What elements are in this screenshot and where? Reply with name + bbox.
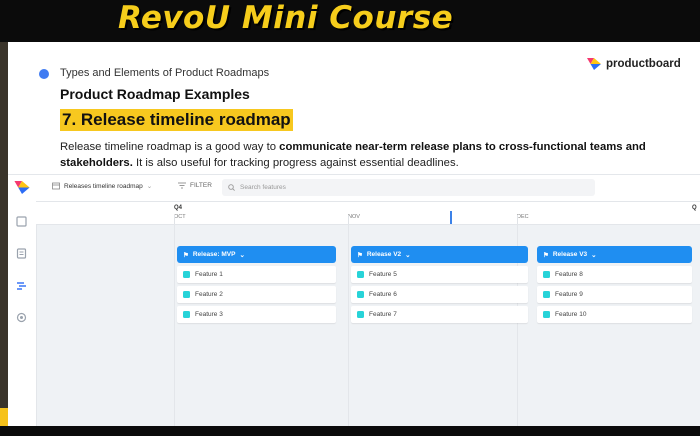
app-logo-icon[interactable] [14,181,30,194]
feature-icon [543,291,550,298]
feature-name: Feature 3 [195,311,223,318]
feature-icon [183,271,190,278]
insights-icon[interactable] [16,312,27,323]
productboard-logo: productboard [587,58,681,70]
feature-card[interactable]: Feature 7 [351,306,528,323]
app-sidebar [8,175,37,426]
today-marker [450,211,452,224]
feature-name: Feature 2 [195,291,223,298]
feature-icon [543,311,550,318]
grid-line [174,224,175,426]
feature-name: Feature 5 [369,271,397,278]
notes-icon[interactable] [16,248,27,259]
feature-card[interactable]: Feature 3 [177,306,336,323]
roadmap-app: Releases timeline roadmap ⌄ FILTER Searc… [8,174,700,426]
flag-icon: ⚑ [357,251,363,259]
feature-icon [357,311,364,318]
description-text-a: Release timeline roadmap is a good way t… [60,141,280,153]
feature-icon [183,291,190,298]
release-column: ⚑ Release: MVP ⌄ Feature 1 Feature 2 Fea… [177,246,336,323]
feature-icon [357,291,364,298]
feature-card[interactable]: Feature 6 [351,286,528,303]
left-video-strip [0,42,8,436]
month-label: NOV [348,214,360,220]
productboard-logo-icon [587,58,601,70]
feature-card[interactable]: Feature 5 [351,266,528,283]
release-column: ⚑ Release V3 ⌄ Feature 8 Feature 9 Featu… [537,246,692,323]
left-badge [0,408,8,428]
month-divider [348,215,349,224]
month-label: DEC [517,214,529,220]
bottom-bar [0,426,700,436]
feature-card[interactable]: Feature 1 [177,266,336,283]
month-divider [517,215,518,224]
feature-name: Feature 6 [369,291,397,298]
roadmap-icon[interactable] [16,280,27,291]
month-divider [174,215,175,224]
chevron-down-icon: ⌄ [239,251,245,259]
grid-line [348,224,349,426]
quarter-label: Q4 [174,205,183,211]
search-icon [228,184,235,191]
chevron-down-icon: ⌄ [146,183,153,190]
app-toolbar: Releases timeline roadmap ⌄ FILTER Searc… [36,175,700,202]
section-bullet [39,69,49,79]
release-name: Release: MVP [192,251,236,258]
slide-description: Release timeline roadmap is a good way t… [60,139,660,171]
board-icon[interactable] [16,216,27,227]
month-label: OCT [174,214,186,220]
flag-icon: ⚑ [183,251,189,259]
feature-card[interactable]: Feature 10 [537,306,692,323]
search-placeholder: Search features [240,184,286,191]
feature-name: Feature 1 [195,271,223,278]
feature-icon [543,271,550,278]
release-header[interactable]: ⚑ Release: MVP ⌄ [177,246,336,263]
view-selector[interactable]: Releases timeline roadmap ⌄ [52,182,152,190]
feature-icon [357,271,364,278]
description-text-b: It is also useful for tracking progress … [132,157,459,169]
flag-icon: ⚑ [543,251,549,259]
release-name: Release V3 [552,251,588,258]
next-quarter-label: Q [692,205,697,211]
release-name: Release V2 [366,251,402,258]
course-title: RevoU Mini Course [118,0,454,36]
brand-name: productboard [606,58,681,70]
feature-name: Feature 7 [369,311,397,318]
feature-name: Feature 9 [555,291,583,298]
timeline-header: Q4 Q OCT NOV DEC [36,202,700,225]
feature-name: Feature 10 [555,311,587,318]
filter-icon [178,182,186,189]
slide-subheading: 7. Release timeline roadmap [60,109,293,131]
course-banner: RevoU Mini Course [0,0,700,42]
search-input[interactable]: Search features [222,179,595,196]
feature-icon [183,311,190,318]
release-column: ⚑ Release V2 ⌄ Feature 5 Feature 6 Featu… [351,246,528,323]
filter-label: FILTER [190,182,212,189]
filter-button[interactable]: FILTER [178,182,212,189]
roadmap-view-icon [52,182,60,190]
feature-card[interactable]: Feature 8 [537,266,692,283]
release-header[interactable]: ⚑ Release V3 ⌄ [537,246,692,263]
chevron-down-icon: ⌄ [591,251,597,259]
release-header[interactable]: ⚑ Release V2 ⌄ [351,246,528,263]
slide-heading: Product Roadmap Examples [60,86,250,102]
feature-name: Feature 8 [555,271,583,278]
feature-card[interactable]: Feature 2 [177,286,336,303]
slide: Types and Elements of Product Roadmaps P… [8,42,700,426]
chevron-down-icon: ⌄ [405,251,411,259]
view-name: Releases timeline roadmap [64,182,143,190]
feature-card[interactable]: Feature 9 [537,286,692,303]
section-title: Types and Elements of Product Roadmaps [60,67,270,79]
